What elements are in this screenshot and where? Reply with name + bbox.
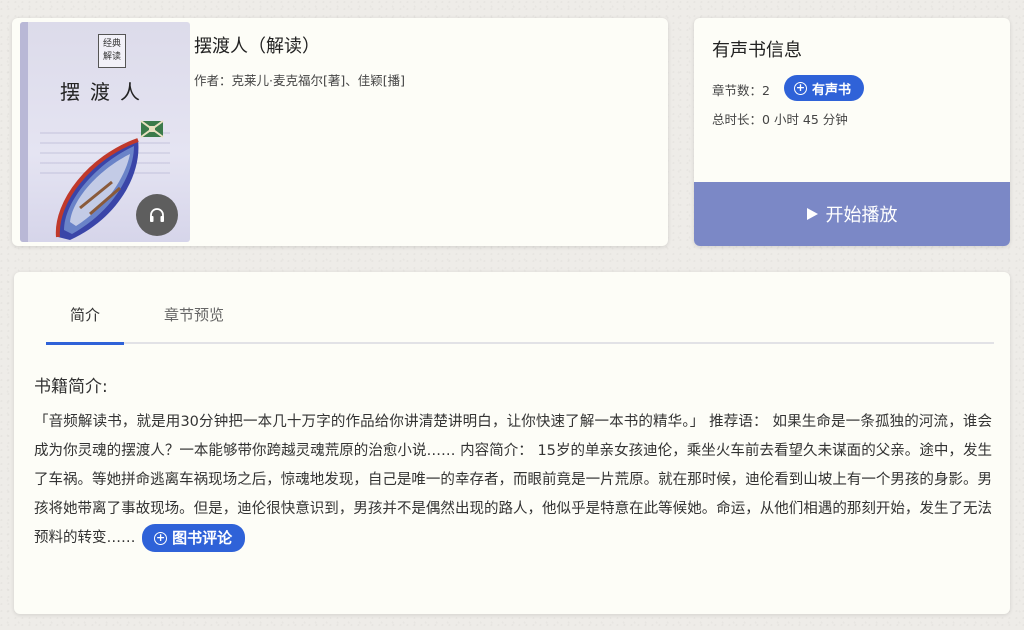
intro-card: 简介 章节预览 书籍简介: 「音频解读书，就是用30分钟把一本几十万字的作品给你… [14,272,1010,614]
play-icon [806,208,818,220]
chapter-count-value: 2 [762,83,770,98]
book-author: 作者：克莱儿·麦克福尔[著]、佳颖[播] [194,70,405,89]
cover-seal-line1: 经典 [102,39,121,49]
headphones-button[interactable] [136,194,178,236]
intro-summary: 「音频解读书，就是用30分钟把一本几十万字的作品给你讲清楚讲明白，让你快速了解一… [34,408,992,553]
duration-label: 总时长： [712,112,763,127]
cover-seal: 经典 解读 [98,34,126,68]
headphones-icon [150,208,164,222]
book-card: 经典 解读 摆渡人 摆渡人（解读） 作者：克莱儿·麦克福尔[著]、佳颖[播] [12,18,668,246]
book-review-button[interactable]: + 图书评论 [142,524,246,552]
book-review-label: 图书评论 [172,528,233,547]
plus-circle-icon: + [154,530,168,545]
tab-chapter-preview[interactable]: 章节预览 [164,304,224,325]
audiobook-badge-button[interactable]: + 有声书 [784,75,865,101]
start-playback-label: 开始播放 [825,205,898,226]
book-cover[interactable]: 经典 解读 摆渡人 [20,22,190,242]
plus-circle-icon: + [794,80,807,95]
cover-title: 摆渡人 [60,80,150,104]
duration-value: 0 小时 45 分钟 [762,112,848,127]
author-label: 作者： [194,73,232,88]
total-duration: 总时长：0 小时 45 分钟 [712,109,848,128]
audio-info-card: 有声书信息 章节数：2 + 有声书 总时长：0 小时 45 分钟 开始播放 [694,18,1010,246]
flag-icon [140,120,164,138]
intro-heading: 书籍简介: [34,377,108,397]
author-value[interactable]: 克莱儿·麦克福尔[著]、佳颖[播] [232,73,405,88]
chapter-count-label: 章节数： [712,83,763,98]
chapter-count: 章节数：2 [712,80,770,99]
audiobook-badge-label: 有声书 [812,82,852,98]
book-title: 摆渡人（解读） [194,36,320,57]
tab-intro[interactable]: 简介 [46,304,124,345]
tab-bar: 简介 章节预览 [46,294,994,345]
cover-seal-line2: 解读 [102,52,121,62]
audio-info-heading: 有声书信息 [712,40,802,61]
start-playback-button[interactable]: 开始播放 [694,182,1010,246]
cover-spine [20,22,28,242]
